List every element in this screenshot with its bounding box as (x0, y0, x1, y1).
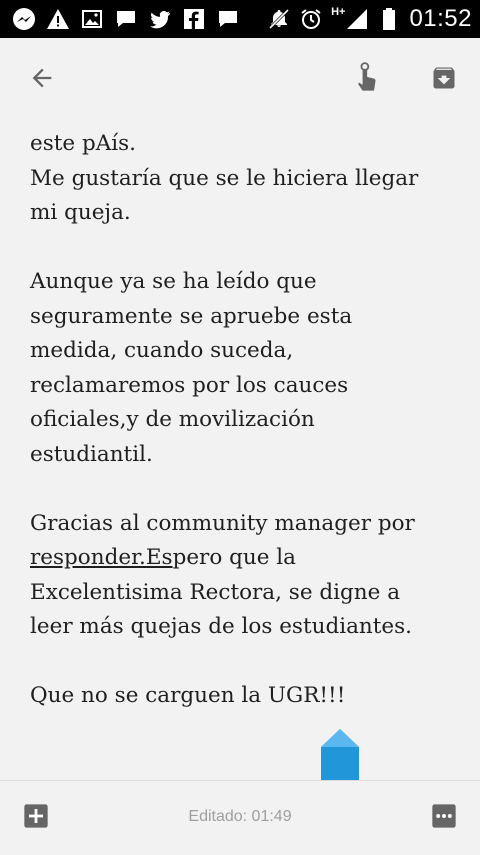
note-line: leer más quejas de los estudiantes. (30, 614, 412, 639)
note-line: estudiantil. (30, 441, 153, 467)
more-button[interactable] (429, 803, 459, 833)
note-line: mi queja. (30, 200, 131, 225)
chat-bubble-icon (114, 7, 138, 31)
note-toolbar (0, 38, 480, 124)
note-line: Que no se carguen la UGR!!! (30, 683, 346, 708)
note-line: reclamaremos por los cauces (30, 372, 349, 398)
selected-word[interactable]: responder.Es (30, 545, 173, 570)
note-line: Aunque ya se ha leído que (30, 269, 317, 294)
more-horizontal-icon (430, 802, 458, 834)
notification-icons (12, 0, 240, 38)
twitter-icon (148, 7, 172, 31)
note-line: seguramente se apruebe esta (30, 303, 353, 329)
archive-button[interactable] (422, 58, 466, 102)
battery-icon (377, 7, 401, 31)
mute-icon (267, 7, 291, 31)
bottom-bar: Editado: 01:49 (0, 780, 480, 855)
signal-icon (345, 7, 369, 31)
note-line-rest: pero que la (172, 545, 296, 570)
note-body[interactable]: este pAís. Me gustaría que se le hiciera… (30, 127, 460, 714)
facebook-icon (182, 7, 206, 31)
note-line: Gracias al community manager por (30, 510, 415, 536)
alarm-icon (299, 7, 323, 31)
touch-gesture-icon (352, 62, 380, 98)
note-line: Me gustaría que se le hiciera llegar (30, 165, 419, 191)
edited-timestamp: Editado: 01:49 (188, 808, 292, 825)
note-line: este pAís. (30, 131, 136, 156)
gallery-icon (80, 7, 104, 31)
messenger-icon (12, 7, 36, 31)
archive-icon (430, 64, 458, 96)
touch-gesture-button[interactable] (344, 58, 388, 102)
network-type: H+ (331, 6, 346, 18)
arrow-back-icon (28, 64, 56, 96)
note-line: medida, cuando suceda, (30, 338, 294, 363)
chat-bubble-icon (216, 7, 240, 31)
cursor-handle[interactable] (320, 728, 360, 784)
system-icons: H+ 01:52 (267, 0, 472, 38)
clock: 01:52 (409, 5, 472, 32)
note-line: oficiales,y de movilización (30, 407, 315, 432)
back-button[interactable] (20, 58, 64, 102)
status-bar: H+ 01:52 (0, 0, 480, 38)
note-line: Excelentisima Rectora, se digne a (30, 579, 401, 605)
note-line: responder.Espero que la (30, 541, 460, 576)
alert-icon (46, 7, 70, 31)
